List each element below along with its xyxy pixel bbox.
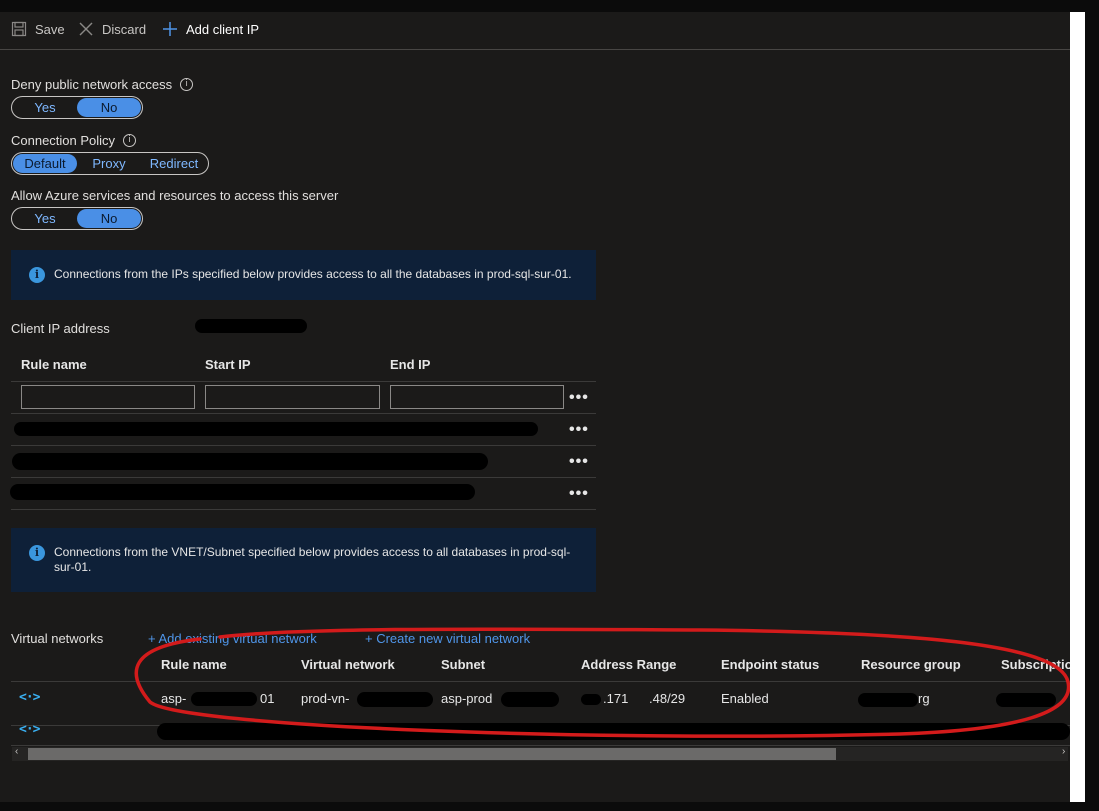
horizontal-scrollbar-thumb[interactable] [28, 748, 836, 760]
red-annotation-ellipse [134, 627, 1070, 738]
firewall-settings-pane: Save Discard Add client IP Deny public n… [0, 12, 1070, 802]
scroll-right-arrow[interactable]: › [1062, 746, 1065, 757]
scroll-left-arrow[interactable]: ‹ [15, 746, 18, 757]
vertical-scrollbar[interactable] [1070, 12, 1085, 802]
